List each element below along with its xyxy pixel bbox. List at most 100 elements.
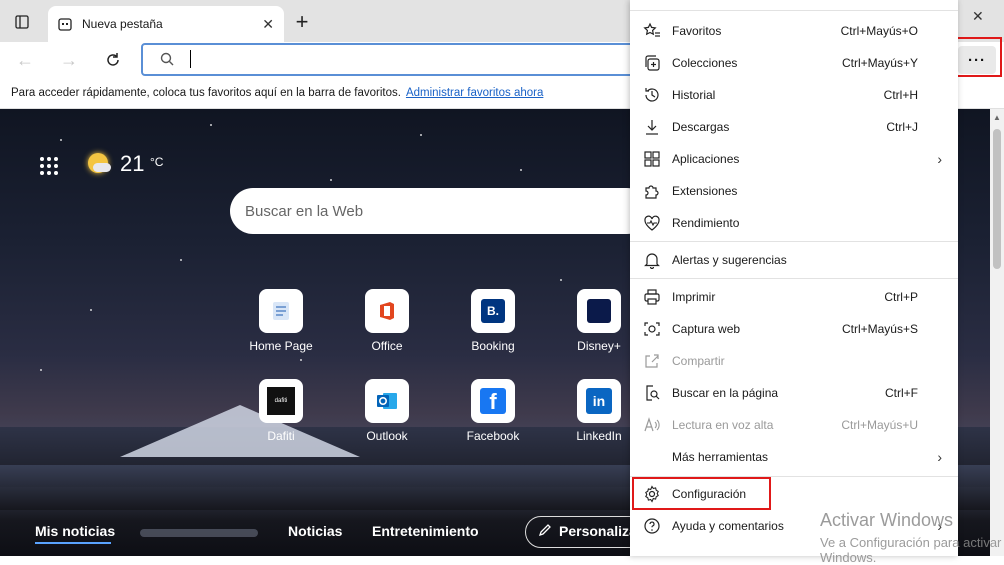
manage-favorites-link[interactable]: Administrar favoritos ahora (406, 87, 543, 99)
linkedin-icon: in (577, 379, 621, 423)
dafiti-icon: dafiti (259, 379, 303, 423)
refresh-button[interactable] (99, 46, 127, 74)
menu-item-label: Rendimiento (672, 216, 740, 230)
menu-item-web-capture[interactable]: Captura web Ctrl+Mayús+S (630, 313, 958, 345)
snowy-peak (120, 405, 360, 457)
menu-item-performance[interactable]: Rendimiento (630, 207, 958, 239)
extensions-icon (643, 182, 661, 200)
chevron-right-icon: › (937, 449, 942, 465)
page-scrollbar[interactable]: ▲ (990, 109, 1004, 556)
tab-entertainment[interactable]: Entretenimiento (372, 523, 479, 539)
app-launcher-icon[interactable] (40, 157, 58, 175)
menu-item-find-on-page[interactable]: Buscar en la página Ctrl+F (630, 377, 958, 409)
activate-windows-title: Activar Windows (820, 510, 954, 530)
tab-close-icon[interactable]: ✕ (262, 16, 274, 33)
collections-icon (643, 54, 661, 72)
quick-link-office[interactable]: Office (347, 289, 427, 353)
quick-link-label: Home Page (249, 339, 313, 353)
disney-plus-icon (577, 289, 621, 333)
favorites-bar-message: Para acceder rápidamente, coloca tus fav… (11, 87, 401, 99)
temperature-unit: °C (150, 155, 164, 169)
quick-link-facebook[interactable]: f Facebook (453, 379, 533, 443)
scroll-up-icon[interactable]: ▲ (993, 113, 1001, 122)
menu-item-history[interactable]: Historial Ctrl+H (630, 79, 958, 111)
menu-item-label: Descargas (672, 120, 730, 134)
refresh-icon (107, 53, 119, 66)
quick-link-label: LinkedIn (576, 429, 622, 443)
find-icon (643, 384, 661, 402)
print-icon (643, 288, 661, 306)
read-aloud-icon (643, 416, 661, 434)
menu-item-apps[interactable]: Aplicaciones › (630, 143, 958, 175)
scrollbar-thumb[interactable] (993, 129, 1001, 269)
settings-and-more-menu: Favoritos Ctrl+Mayús+O Colecciones Ctrl+… (630, 0, 958, 556)
settings-icon (643, 485, 661, 503)
menu-item-extensions[interactable]: Extensiones (630, 175, 958, 207)
web-capture-icon (643, 320, 661, 338)
quick-link-booking[interactable]: B. Booking (453, 289, 533, 353)
menu-item-label: Alertas y sugerencias (672, 253, 787, 267)
menu-item-print[interactable]: Imprimir Ctrl+P (630, 281, 958, 313)
weather-partly-cloudy-icon[interactable] (88, 153, 111, 173)
back-button[interactable]: ← (11, 46, 39, 74)
menu-item-label: Favoritos (672, 24, 722, 38)
share-icon (643, 352, 661, 370)
menu-item-more-tools[interactable]: Más herramientas › (630, 441, 958, 473)
tab-news[interactable]: Noticias (288, 523, 342, 539)
web-search-box[interactable]: Buscar en la Web (230, 188, 650, 234)
close-window-icon[interactable]: ✕ (972, 8, 984, 25)
menu-item-label: Lectura en voz alta (672, 418, 774, 432)
menu-item-label: Historial (672, 88, 716, 102)
menu-item-collections[interactable]: Colecciones Ctrl+Mayús+Y (630, 47, 958, 79)
menu-item-label: Imprimir (672, 290, 716, 304)
menu-item-label: Ayuda y comentarios (672, 519, 784, 533)
temperature-value[interactable]: 21 (120, 151, 144, 177)
office-icon (365, 289, 409, 333)
chevron-right-icon: › (937, 151, 942, 167)
menu-item-alerts[interactable]: Alertas y sugerencias (630, 244, 958, 276)
new-tab-button[interactable]: + (288, 8, 316, 36)
menu-item-label: Buscar en la página (672, 386, 779, 400)
download-icon (643, 118, 661, 136)
help-icon (643, 517, 661, 535)
text-caret (190, 50, 191, 68)
menu-item-shortcut: Ctrl+Mayús+Y (841, 56, 918, 70)
performance-icon (643, 214, 661, 232)
star-list-icon (643, 22, 661, 40)
quick-link-dafiti[interactable]: dafiti Dafiti (241, 379, 321, 443)
address-bar[interactable] (141, 43, 645, 76)
tab-new-tab[interactable]: Nueva pestaña ✕ (48, 6, 284, 42)
quick-link-label: Disney+ (577, 339, 621, 353)
tab-actions-icon[interactable] (8, 8, 36, 36)
apps-icon (643, 150, 661, 168)
menu-item-shortcut: Ctrl+H (883, 88, 918, 102)
menu-item-label: Aplicaciones (672, 152, 740, 166)
menu-item-shortcut: Ctrl+P (884, 290, 918, 304)
menu-item-read-aloud: Lectura en voz alta Ctrl+Mayús+U (630, 409, 958, 441)
quick-link-label: Facebook (466, 429, 520, 443)
new-tab-page-icon (58, 18, 72, 31)
booking-icon: B. (471, 289, 515, 333)
outlook-icon (365, 379, 409, 423)
facebook-icon: f (471, 379, 515, 423)
quick-link-outlook[interactable]: Outlook (347, 379, 427, 443)
menu-item-downloads[interactable]: Descargas Ctrl+J (630, 111, 958, 143)
history-icon (643, 86, 661, 104)
quick-link-label: Outlook (366, 429, 408, 443)
tab-my-news[interactable]: Mis noticias (35, 523, 115, 539)
menu-item-favorites[interactable]: Favoritos Ctrl+Mayús+O (630, 15, 958, 47)
quick-link-disney-plus[interactable]: Disney+ (559, 289, 639, 353)
quick-link-home-page[interactable]: Home Page (241, 289, 321, 353)
menu-item-label: Colecciones (672, 56, 738, 70)
search-icon (160, 52, 174, 66)
quick-link-linkedin[interactable]: in LinkedIn (559, 379, 639, 443)
settings-and-more-button[interactable]: ··· (958, 46, 996, 74)
blurred-tab (140, 529, 258, 537)
forward-button[interactable]: → (55, 46, 83, 74)
active-tab-indicator (35, 542, 111, 544)
menu-item-settings[interactable]: Configuración (630, 478, 958, 510)
menu-item-shortcut: Ctrl+Mayús+O (840, 24, 918, 38)
menu-item-shortcut: Ctrl+J (886, 120, 918, 134)
menu-item-share: Compartir (630, 345, 958, 377)
home-page-icon (259, 289, 303, 333)
